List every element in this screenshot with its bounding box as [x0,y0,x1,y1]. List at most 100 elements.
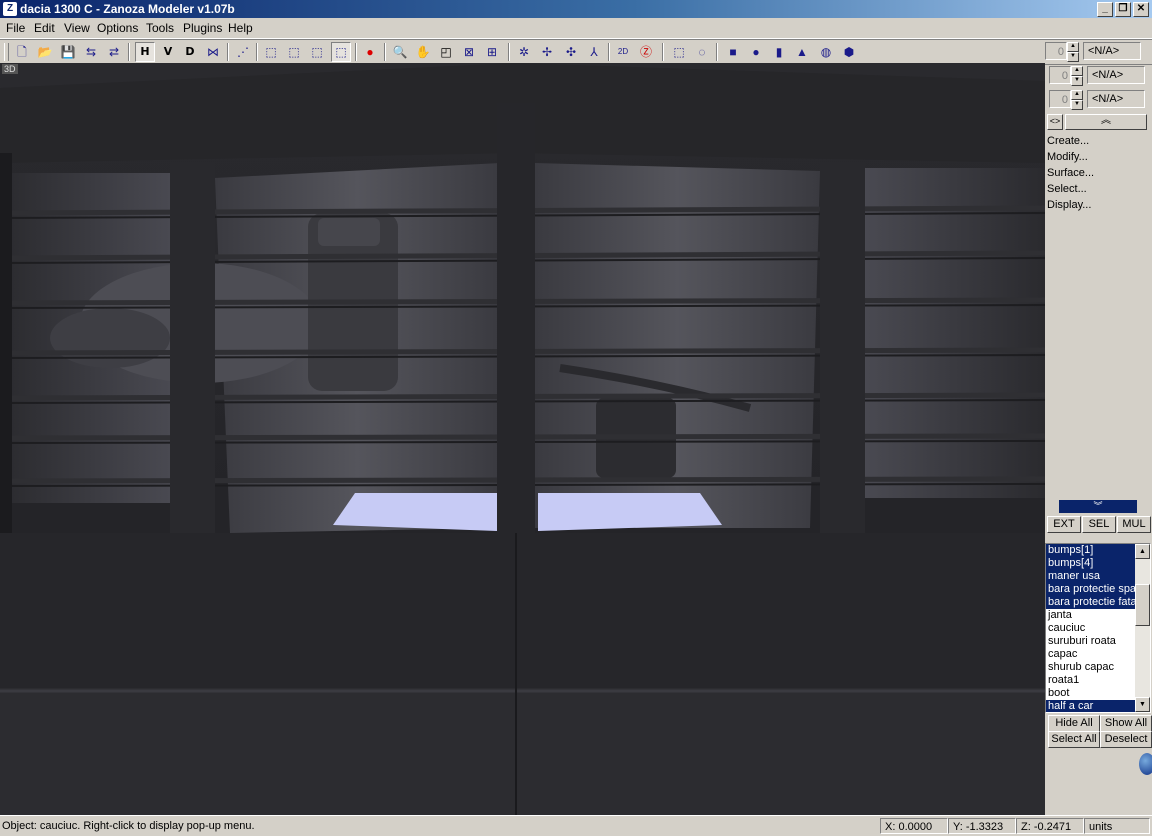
export-icon[interactable]: ⇄ [104,42,124,62]
spinner-1-arrows[interactable]: ▲ ▼ [1067,42,1079,62]
toolbar-separator [128,43,130,61]
vertex-mode-icon[interactable]: ⋰ [233,42,253,62]
scale-icon[interactable]: ✣ [561,42,581,62]
toolbar-separator [608,43,610,61]
display-command[interactable]: Display... [1047,197,1094,213]
hide-all-button[interactable]: Hide All [1048,715,1100,732]
spinner-1-value[interactable]: 0 [1045,42,1067,60]
circle-select-icon[interactable]: ◌ [692,42,712,62]
sel-mode-button[interactable]: SEL [1082,516,1116,533]
scroll-down-icon[interactable]: ▼ [1135,697,1150,712]
scroll-up-icon[interactable]: ▲ [1135,544,1150,559]
status-message: Object: cauciuc. Right-click to display … [2,820,255,832]
ext-mode-button[interactable]: EXT [1047,516,1081,533]
main-toolbar: 🗋 📂 💾 ⇆ ⇄ H V D ⋈ ⋰ ⬚ ⬚ ⬚ ⬚ ● 🔍 ✋ ◰ ⊠ ⊞ … [0,39,1152,65]
object-list-item[interactable]: capac [1046,648,1136,661]
wireframe-cube-icon[interactable]: ⬚ [261,42,281,62]
menu-tools[interactable]: Tools [146,21,174,35]
move-icon[interactable]: ✲ [514,42,534,62]
hidden-line-cube-icon[interactable]: ⬚ [284,42,304,62]
menu-bar: File Edit View Options Tools Plugins Hel… [0,18,1152,39]
material-sphere-icon[interactable]: ● [360,42,380,62]
toolbar-separator [355,43,357,61]
menu-options[interactable]: Options [97,21,138,35]
object-list-scrollbar[interactable]: ▲ ▼ [1135,544,1150,712]
close-button[interactable]: ✕ [1133,2,1149,17]
modify-command[interactable]: Modify... [1047,149,1094,165]
surface-command[interactable]: Surface... [1047,165,1094,181]
menu-view[interactable]: View [64,21,90,35]
zoom-extents-icon[interactable]: ⊠ [459,42,479,62]
create-tube-icon[interactable]: ⬢ [839,42,859,62]
select-all-button[interactable]: Select All [1048,731,1100,748]
snap-vertex-icon[interactable]: ⋈ [203,42,223,62]
create-cone-icon[interactable]: ▲ [792,42,812,62]
minimize-button[interactable]: _ [1097,2,1113,17]
create-sphere-icon[interactable]: ● [746,42,766,62]
status-z-coord: Z: -0.2471 [1016,818,1084,834]
object-list-item[interactable]: bara protectie fata [1046,596,1136,609]
status-x-coord: X: 0.0000 [880,818,948,834]
scroll-thumb[interactable] [1135,584,1150,626]
import-icon[interactable]: ⇆ [81,42,101,62]
object-list[interactable]: bumps[1] bumps[4] maner usa bara protectie … [1045,543,1151,713]
panel-expand-button[interactable]: ︾ [1059,500,1137,513]
select-command[interactable]: Select... [1047,181,1094,197]
2d-3d-toggle-icon[interactable]: 2D [613,42,633,62]
window-title: dacia 1300 C - Zanoza Modeler v1.07b [20,2,235,16]
pan-hand-icon[interactable]: ✋ [413,42,433,62]
object-list-item[interactable]: bumps[1] [1046,544,1136,557]
object-list-item[interactable]: shurub capac [1046,661,1136,674]
mul-mode-button[interactable]: MUL [1117,516,1151,533]
object-list-item[interactable]: roata1 [1046,674,1136,687]
flat-shaded-cube-icon[interactable]: ⬚ [307,42,327,62]
show-all-button[interactable]: Show All [1100,715,1152,732]
save-icon[interactable]: 💾 [58,42,78,62]
toolbar-grip[interactable] [4,43,9,61]
object-list-item[interactable]: boot [1046,687,1136,700]
menu-plugins[interactable]: Plugins [183,21,222,35]
v-view-button[interactable]: V [158,42,178,62]
menu-edit[interactable]: Edit [34,21,55,35]
open-folder-icon[interactable]: 📂 [35,42,55,62]
rotate-view-icon[interactable]: ◰ [436,42,456,62]
zoom-icon[interactable]: 🔍 [390,42,410,62]
object-list-item[interactable]: half a car [1046,700,1136,712]
status-bar: Object: cauciuc. Right-click to display … [0,815,1152,836]
selection-mode-buttons: EXT SEL MUL [1045,516,1152,533]
toolbar-separator [256,43,258,61]
create-command[interactable]: Create... [1047,133,1094,149]
toolbar-separator [384,43,386,61]
spin-down-icon[interactable]: ▼ [1067,52,1079,62]
axis-icon[interactable]: ⅄ [584,42,604,62]
object-list-item[interactable]: maner usa [1046,570,1136,583]
h-view-button[interactable]: H [135,42,155,62]
status-y-coord: Y: -1.3323 [948,818,1016,834]
new-file-icon[interactable]: 🗋 [12,42,32,62]
rotate-icon[interactable]: ✢ [537,42,557,62]
object-list-item[interactable]: bara protectie spate [1046,583,1136,596]
deselect-button[interactable]: Deselect [1100,731,1152,748]
3d-viewport[interactable]: 3D [0,63,1045,815]
spinner-1-label: <N/A> [1083,42,1141,60]
zanoza-logo-icon[interactable]: Ⓩ [636,42,656,62]
rect-select-icon[interactable]: ⬚ [669,42,689,62]
menu-help[interactable]: Help [228,21,253,35]
smooth-shaded-cube-icon[interactable]: ⬚ [331,42,351,62]
object-list-item[interactable]: cauciuc [1046,622,1136,635]
zoom-all-icon[interactable]: ⊞ [482,42,502,62]
create-box-icon[interactable]: ■ [723,42,743,62]
object-list-item[interactable]: bumps[4] [1046,557,1136,570]
create-cylinder-icon[interactable]: ▮ [769,42,789,62]
object-list-item[interactable]: suruburi roata [1046,635,1136,648]
panel-toggle-button[interactable]: <> [1047,114,1063,130]
menu-file[interactable]: File [6,21,25,35]
restore-button[interactable]: ❐ [1115,2,1131,17]
object-list-item[interactable]: janta [1046,609,1136,622]
spin-up-icon[interactable]: ▲ [1067,42,1079,52]
d-view-button[interactable]: D [180,42,200,62]
toolbar-separator [716,43,718,61]
create-torus-icon[interactable]: ◍ [816,42,836,62]
status-units: units [1084,818,1150,834]
panel-collapse-button[interactable]: ︽ [1065,114,1147,130]
